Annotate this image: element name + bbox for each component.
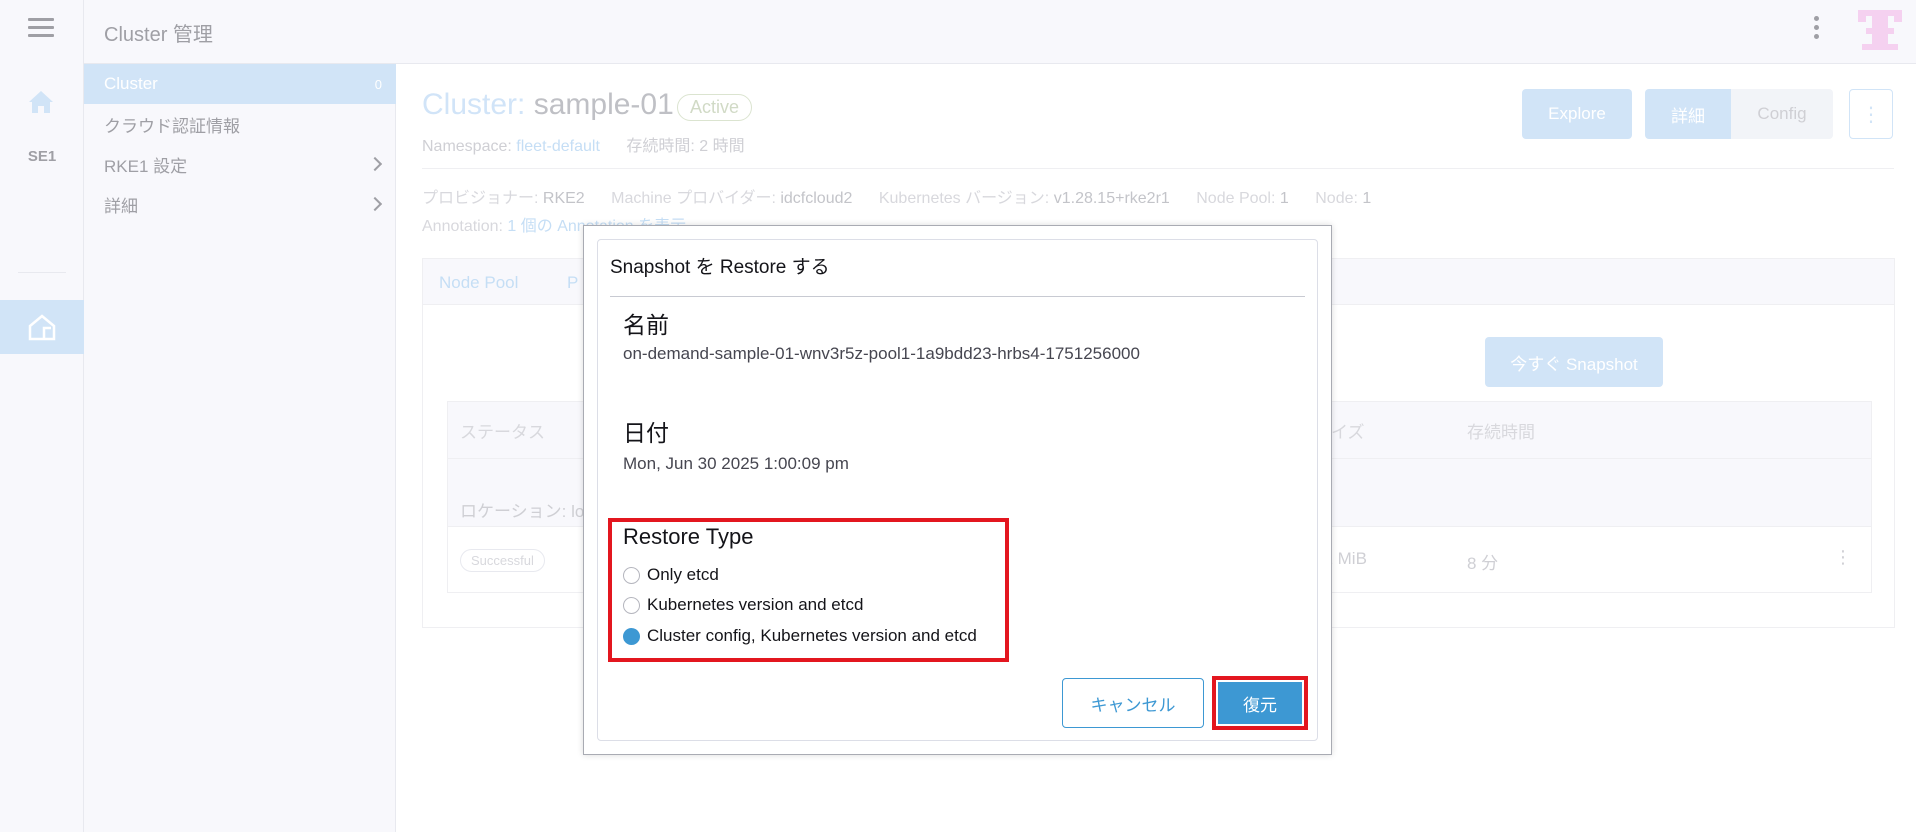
snapshot-date: Mon, Jun 30 2025 1:00:09 pm: [623, 454, 849, 473]
restore-snapshot-dialog: Snapshot を Restore する 名前 on-demand-sampl…: [597, 239, 1318, 741]
radio-label: Cluster config, Kubernetes version and e…: [647, 626, 977, 645]
date-label: 日付: [623, 420, 669, 446]
radio-kubernetes-version-and-etcd[interactable]: Kubernetes version and etcd: [623, 595, 863, 615]
radio-button[interactable]: [623, 596, 640, 614]
name-label: 名前: [623, 312, 669, 338]
dialog-divider: [610, 296, 1305, 297]
radio-label: Only etcd: [647, 565, 719, 584]
restore-button[interactable]: 復元: [1218, 682, 1302, 724]
radio-button-selected[interactable]: [623, 627, 640, 645]
restore-type-label: Restore Type: [623, 524, 754, 549]
radio-cluster-config-kubernetes-etcd[interactable]: Cluster config, Kubernetes version and e…: [623, 626, 977, 646]
cancel-button[interactable]: キャンセル: [1062, 678, 1204, 728]
snapshot-name: on-demand-sample-01-wnv3r5z-pool1-1a9bdd…: [623, 344, 1140, 363]
radio-only-etcd[interactable]: Only etcd: [623, 565, 719, 585]
radio-label: Kubernetes version and etcd: [647, 595, 864, 614]
dialog-title: Snapshot を Restore する: [610, 257, 830, 278]
radio-button[interactable]: [623, 566, 640, 584]
